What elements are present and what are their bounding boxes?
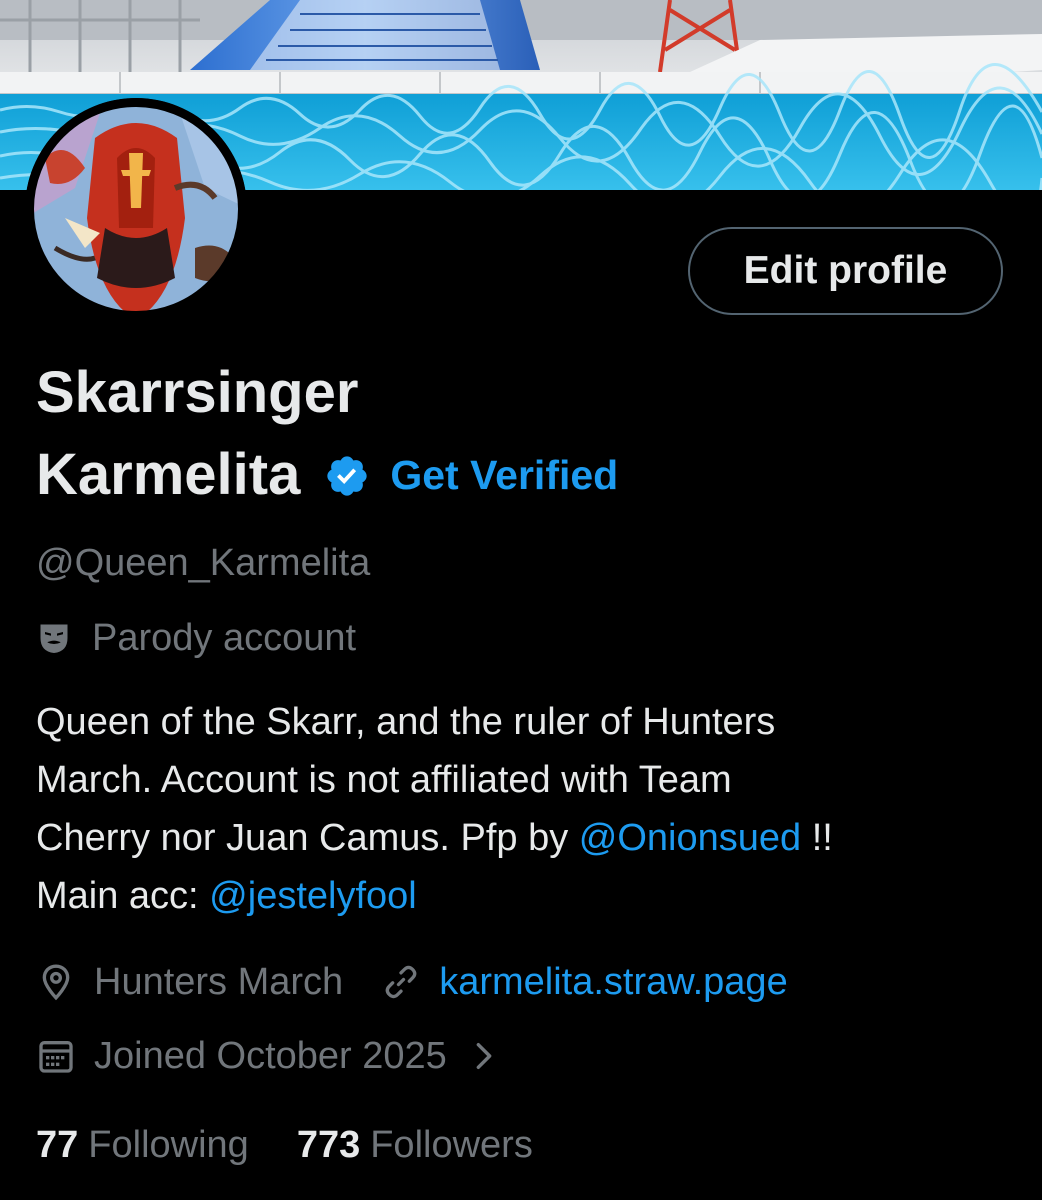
link-icon [385,965,417,999]
followers-count-link[interactable]: 773 Followers [297,1126,533,1164]
profile-meta-row: Hunters March karmelita.straw.page [36,962,788,1002]
parody-label: Parody account [36,619,356,657]
parody-label-text: Parody account [92,617,357,659]
display-name-row: Karmelita Get Verified [36,446,618,504]
bio-text: !! [801,817,833,859]
bio-line: March. Account is not affiliated with Te… [36,759,732,801]
following-count-link[interactable]: 77 Following [36,1126,249,1164]
mention-link-onionsued[interactable]: @Onionsued [579,817,801,859]
profile-avatar[interactable] [25,98,247,320]
location-text: Hunters March [94,961,344,1003]
theater-mask-icon [40,624,68,653]
display-name-line2: Karmelita [36,442,301,507]
username-handle: @Queen_Karmelita [36,542,371,584]
following-count: 77 [36,1124,79,1166]
calendar-icon [39,1041,73,1073]
following-label: Following [88,1124,249,1166]
verified-badge-icon[interactable] [324,453,370,499]
bio-text: Main acc: [36,875,210,917]
follow-counts: 77 Following 773 Followers [36,1126,533,1164]
get-verified-link[interactable]: Get Verified [390,454,618,496]
display-name-line1: Skarrsinger [36,360,359,425]
edit-profile-button[interactable]: Edit profile [688,227,1003,315]
mention-link-jestelyfool[interactable]: @jestelyfool [209,875,417,917]
website-link[interactable]: karmelita.straw.page [439,963,788,1001]
location-pin-icon [42,964,70,1001]
avatar-image [25,98,247,320]
joined-row[interactable]: Joined October 2025 [36,1036,499,1076]
bio-line: Main acc: @jestelyfool [36,867,1016,925]
profile-bio: Queen of the Skarr, and the ruler of Hun… [36,693,1016,925]
joined-date-text: Joined October 2025 [94,1035,447,1077]
bio-line: Cherry nor Juan Camus. Pfp by @Onionsued… [36,809,1016,867]
bio-text: Cherry nor Juan Camus. Pfp by [36,817,579,859]
followers-count: 773 [296,1124,361,1166]
chevron-right-icon [476,1042,492,1070]
followers-label: Followers [370,1124,533,1166]
bio-line: Queen of the Skarr, and the ruler of Hun… [36,701,776,743]
